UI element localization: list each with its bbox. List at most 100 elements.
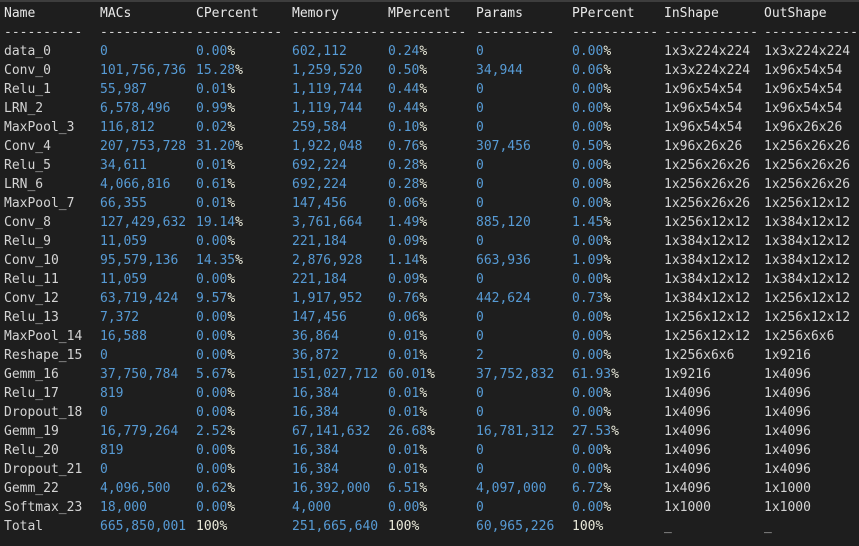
percent-value: 0.09 (388, 234, 420, 249)
table-row: Conv_10 95,579,136 14.35% 2,876,928 1.14% 663… (4, 251, 859, 270)
cell-outshape: 1x96x54x54 (764, 82, 843, 97)
cell-ppercent: 0.00% (572, 384, 664, 403)
cell-params: 0 (476, 500, 484, 515)
percent-sign: % (419, 234, 428, 249)
percent-sign: % (419, 120, 428, 135)
cell-mpercent: 60.01% (388, 365, 476, 384)
cell-outshape: 1x256x26x26 (764, 177, 851, 192)
cell-macs: 207,753,728 (100, 139, 187, 154)
percent-sign: % (235, 139, 243, 154)
cell-outshape-separator: ------------ (764, 25, 858, 40)
cell-ppercent: 0.00% (572, 327, 664, 346)
percent-sign: % (227, 101, 236, 116)
cell-inshape: 1x4096 (664, 386, 711, 401)
percent-sign: % (227, 120, 236, 135)
cell-mpercent: 1.14% (388, 251, 476, 270)
table-row: MaxPool_14 16,588 0.00% 36,864 0.01% 0 0.00% 1x… (4, 327, 859, 346)
cell-macs: 0 (100, 44, 108, 59)
cell-ppercent: 0.00% (572, 346, 664, 365)
cell-name: Dropout_21 (4, 462, 83, 477)
percent-sign: % (419, 348, 428, 363)
percent-value: 1.45 (572, 215, 604, 230)
cell-memory: 1,119,744 (292, 82, 363, 97)
cell-params: 34,944 (476, 63, 523, 78)
cell-cpercent: 0.00% (196, 498, 292, 517)
percent-sign: % (227, 82, 236, 97)
percent-sign: % (419, 158, 428, 173)
table-row: data_0 0 0.00% 602,112 0.24% 0 0.00% 1x3x224x22… (4, 42, 859, 61)
cell-memory: 692,224 (292, 158, 347, 173)
percent-sign: % (603, 405, 612, 420)
terminal-output[interactable]: Name MACs CPercent Memory MPercent Params PPer… (0, 2, 859, 536)
percent-value: 100 (388, 519, 412, 534)
cell-inshape: 1x4096 (664, 424, 711, 439)
percent-value: 0.61 (196, 177, 228, 192)
table-row: Gemm_16 37,750,784 5.67% 151,027,712 60.01% 3… (4, 365, 859, 384)
cell-params: 2 (476, 348, 484, 363)
cell-inshape: 1x96x54x54 (664, 101, 743, 116)
percent-value: 0.01 (388, 405, 420, 420)
cell-inshape-separator: ------------ (664, 25, 758, 40)
percent-value: 0.00 (196, 386, 228, 401)
cell-name: Relu_11 (4, 272, 59, 287)
percent-sign: % (411, 519, 420, 534)
cell-macs: 37,750,784 (100, 367, 179, 382)
cell-name: Conv_10 (4, 253, 59, 268)
percent-sign: % (419, 329, 428, 344)
percent-sign: % (227, 44, 236, 59)
cell-outshape-header: OutShape (764, 6, 827, 21)
header-row: Name MACs CPercent Memory MPercent Params PPer… (4, 4, 859, 23)
percent-sign: % (419, 63, 428, 78)
percent-sign: % (227, 500, 236, 515)
cell-outshape: 1x1000 (764, 481, 811, 496)
percent-value: 0.00 (572, 443, 604, 458)
percent-value: 0.00 (572, 234, 604, 249)
percent-value: 0.00 (572, 272, 604, 287)
percent-value: 0.00 (572, 196, 604, 211)
percent-value: 0.00 (196, 329, 228, 344)
percent-sign: % (603, 44, 612, 59)
percent-sign: % (227, 158, 236, 173)
table-row: LRN_2 6,578,496 0.99% 1,119,744 0.44% 0 0.00% 1… (4, 99, 859, 118)
table-row: Relu_13 7,372 0.00% 147,456 0.06% 0 0.00% 1x256… (4, 308, 859, 327)
table-row: Softmax_23 18,000 0.00% 4,000 0.00% 0 0.00% 1x1… (4, 498, 859, 517)
cell-memory: 36,864 (292, 329, 339, 344)
percent-sign: % (419, 291, 428, 306)
cell-outshape: 1x4096 (764, 386, 811, 401)
percent-sign: % (235, 63, 243, 78)
percent-value: 61.93 (572, 367, 612, 382)
cell-name: Conv_0 (4, 63, 51, 78)
cell-mpercent: 0.44% (388, 80, 476, 99)
cell-macs: 95,579,136 (100, 253, 179, 268)
cell-macs: 819 (100, 443, 124, 458)
cell-name: LRN_6 (4, 177, 44, 192)
cell-memory: 16,384 (292, 405, 339, 420)
cell-outshape: 1x96x54x54 (764, 101, 843, 116)
percent-sign: % (603, 443, 612, 458)
cell-inshape: 1x96x54x54 (664, 120, 743, 135)
cell-ppercent: 0.00% (572, 156, 664, 175)
cell-mpercent: 0.28% (388, 175, 476, 194)
percent-sign: % (603, 120, 612, 135)
cell-params: 0 (476, 120, 484, 135)
percent-value: 0.00 (572, 386, 604, 401)
cell-mpercent: 0.24% (388, 42, 476, 61)
cell-memory: 67,141,632 (292, 424, 371, 439)
cell-memory: 1,259,520 (292, 63, 363, 78)
cell-macs: 34,611 (100, 158, 147, 173)
cell-ppercent: 0.00% (572, 308, 664, 327)
cell-name: Dropout_18 (4, 405, 83, 420)
cell-ppercent: 0.06% (572, 61, 664, 80)
percent-sign: % (603, 63, 612, 78)
percent-sign: % (227, 405, 236, 420)
cell-ppercent: 0.00% (572, 42, 664, 61)
cell-cpercent: 0.00% (196, 384, 292, 403)
cell-memory: 602,112 (292, 44, 347, 59)
percent-value: 0.00 (196, 462, 228, 477)
percent-sign: % (611, 367, 619, 382)
cell-macs: 11,059 (100, 234, 147, 249)
cell-name: Total (4, 519, 44, 534)
cell-inshape: 1x4096 (664, 462, 711, 477)
percent-value: 0.01 (388, 462, 420, 477)
percent-sign: % (595, 519, 604, 534)
